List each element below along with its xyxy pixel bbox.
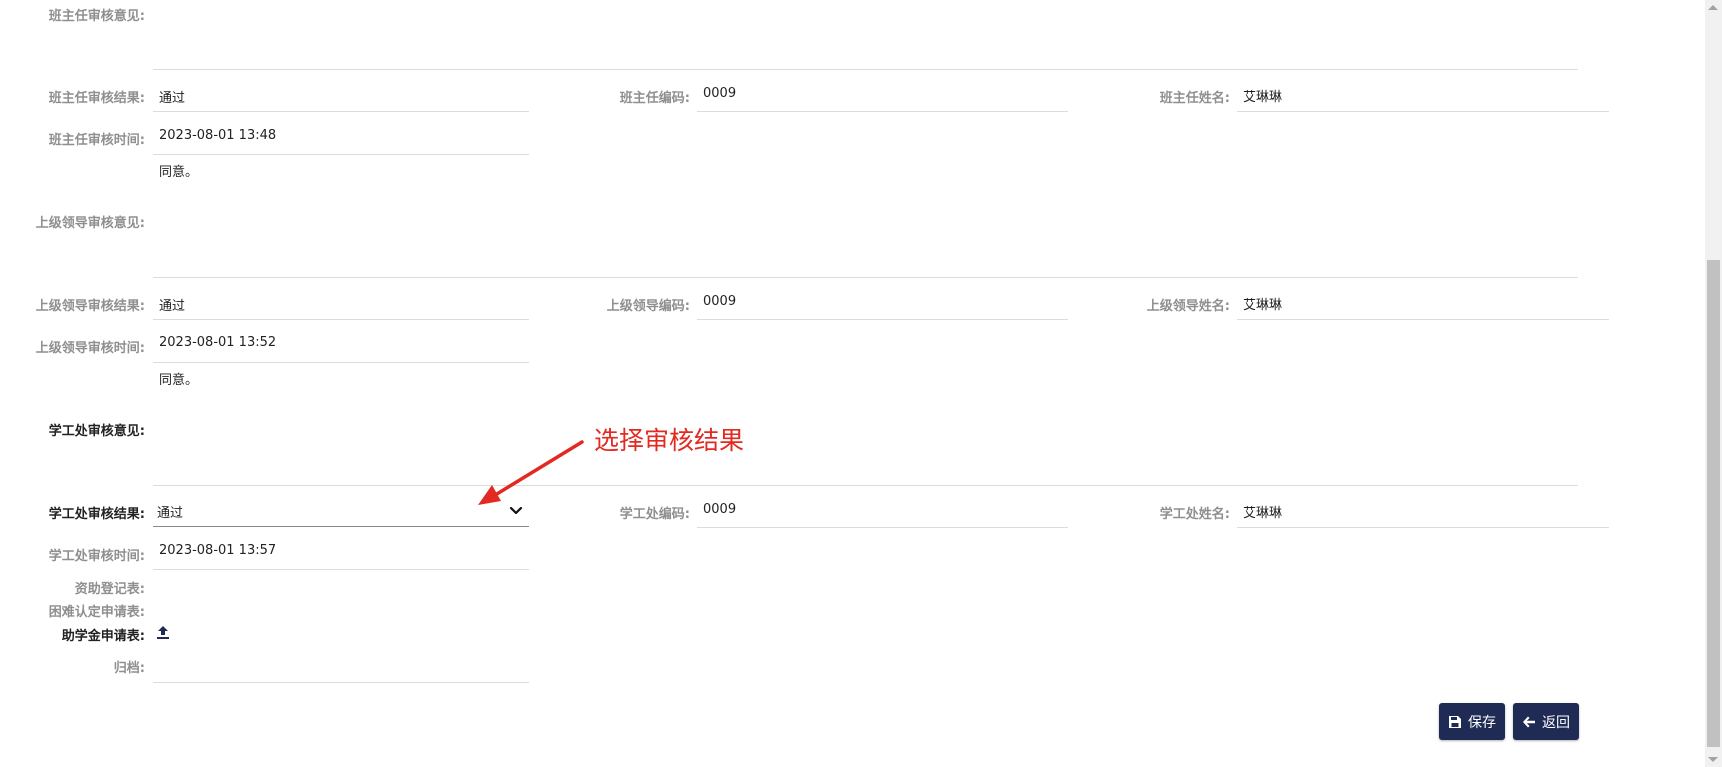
student-affairs-opinion-underline[interactable]: [153, 485, 1578, 486]
floppy-disk-icon: [1449, 715, 1461, 728]
head-teacher-code-label: 班主任编码:: [619, 91, 690, 106]
leader-name-value: 艾琳琳: [1243, 298, 1283, 313]
leader-time-underline: [153, 362, 529, 363]
student-affairs-result-value: 通过: [157, 506, 184, 521]
leader-time-label: 上级领导审核时间:: [35, 341, 145, 356]
head-teacher-time-label: 班主任审核时间:: [48, 133, 145, 148]
funding-registration-label: 资助登记表:: [74, 582, 145, 597]
student-affairs-time-value: 2023-08-01 13:57: [159, 543, 277, 558]
save-button[interactable]: 保存: [1439, 703, 1505, 740]
head-teacher-name-underline: [1237, 111, 1609, 112]
annotation-arrow-icon: [478, 440, 584, 505]
head-teacher-opinion-underline: [153, 69, 1578, 70]
head-teacher-time-value: 2023-08-01 13:48: [159, 128, 277, 143]
student-affairs-code-underline: [697, 527, 1068, 528]
leader-result-label: 上级领导审核结果:: [35, 299, 145, 314]
arrow-left-icon: [1523, 716, 1535, 727]
scroll-up-arrow-icon[interactable]: [1708, 5, 1718, 10]
student-affairs-name-label: 学工处姓名:: [1159, 507, 1230, 522]
leader-result-underline: [153, 319, 529, 320]
student-affairs-name-value: 艾琳琳: [1243, 506, 1283, 521]
student-affairs-code-value: 0009: [703, 502, 737, 517]
grant-application-label: 助学金申请表:: [61, 629, 145, 644]
student-affairs-time-underline: [153, 569, 529, 570]
back-button-label: 返回: [1542, 714, 1570, 731]
head-teacher-result-underline: [153, 111, 529, 112]
back-button[interactable]: 返回: [1513, 703, 1579, 740]
archive-underline[interactable]: [153, 682, 529, 683]
leader-name-label: 上级领导姓名:: [1146, 299, 1230, 314]
head-teacher-name-value: 艾琳琳: [1243, 90, 1283, 105]
head-teacher-result-value: 通过: [159, 91, 186, 106]
upload-icon[interactable]: [155, 625, 171, 641]
leader-code-underline: [697, 319, 1068, 320]
head-teacher-result-label: 班主任审核结果:: [48, 91, 145, 106]
student-affairs-opinion-label: 学工处审核意见:: [48, 424, 145, 439]
vertical-scrollbar[interactable]: [1705, 0, 1722, 767]
leader-opinion-underline: [153, 277, 1578, 278]
leader-name-underline: [1237, 319, 1609, 320]
student-affairs-result-underline: [153, 526, 529, 527]
leader-result-value: 通过: [159, 299, 186, 314]
scrollbar-thumb[interactable]: [1707, 260, 1720, 747]
leader-time-value: 2023-08-01 13:52: [159, 335, 277, 350]
save-button-label: 保存: [1468, 714, 1496, 731]
student-affairs-prefilled-opinion: 同意。: [159, 373, 199, 388]
hardship-application-label: 困难认定申请表:: [48, 605, 145, 620]
head-teacher-time-underline: [153, 154, 529, 155]
leader-code-label: 上级领导编码:: [606, 299, 690, 314]
leader-opinion-text: 同意。: [159, 165, 199, 180]
annotation-text: 选择审核结果: [594, 426, 745, 455]
student-affairs-time-label: 学工处审核时间:: [48, 549, 145, 564]
leader-code-value: 0009: [703, 294, 737, 309]
head-teacher-code-underline: [697, 111, 1068, 112]
archive-label: 归档:: [113, 661, 145, 676]
leader-opinion-label: 上级领导审核意见:: [35, 216, 145, 231]
scroll-down-arrow-icon[interactable]: [1708, 757, 1718, 762]
student-affairs-name-underline: [1237, 527, 1609, 528]
head-teacher-opinion-label: 班主任审核意见:: [48, 9, 145, 24]
head-teacher-code-value: 0009: [703, 86, 737, 101]
head-teacher-name-label: 班主任姓名:: [1159, 91, 1230, 106]
student-affairs-result-label: 学工处审核结果:: [48, 507, 145, 522]
